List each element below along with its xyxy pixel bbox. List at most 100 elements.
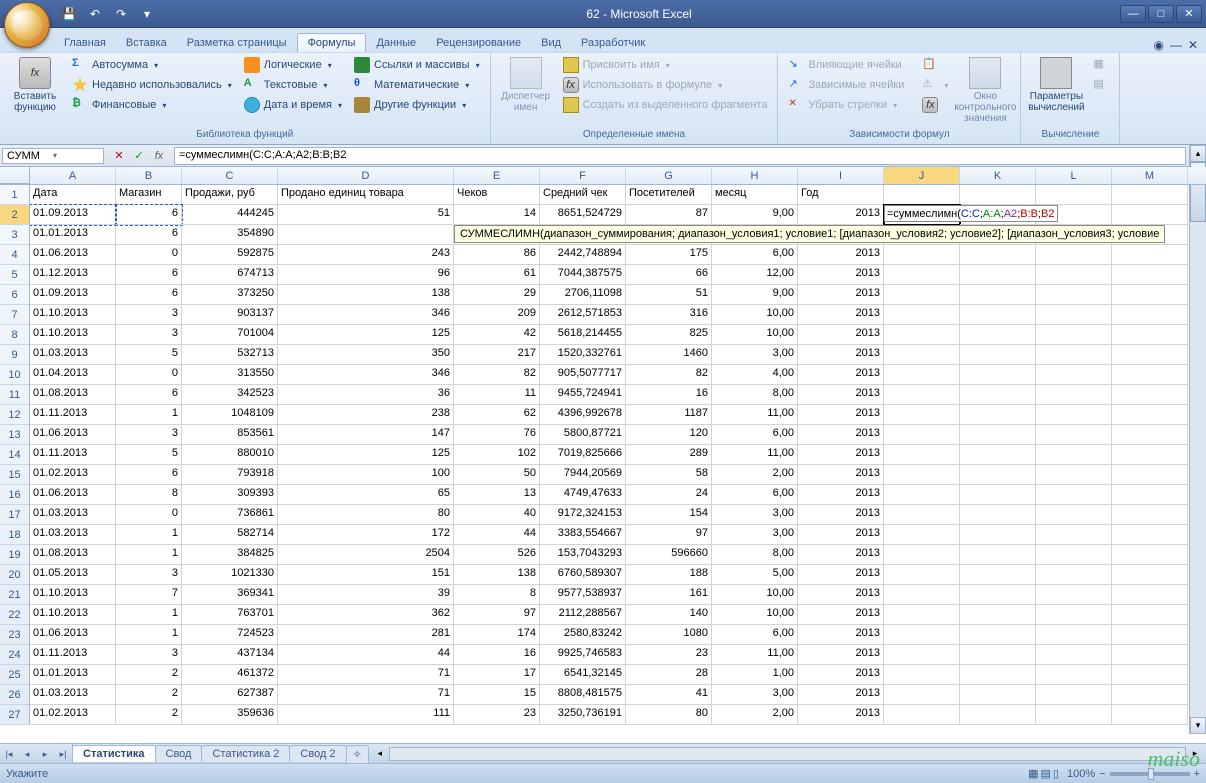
cell[interactable] (960, 465, 1036, 485)
cell[interactable]: 01.06.2013 (30, 425, 116, 445)
cell[interactable]: 1460 (626, 345, 712, 365)
cell[interactable]: 71 (278, 685, 454, 705)
tab-insert[interactable]: Вставка (116, 34, 177, 52)
cell[interactable]: 01.05.2013 (30, 565, 116, 585)
financial-button[interactable]: Финансовые (68, 95, 236, 115)
cell[interactable] (1036, 565, 1112, 585)
cell[interactable] (960, 425, 1036, 445)
cell[interactable]: 9,00 (712, 205, 798, 225)
cell[interactable] (1036, 485, 1112, 505)
cell[interactable]: 461372 (182, 665, 278, 685)
cell[interactable]: 3 (116, 645, 182, 665)
cell[interactable] (960, 265, 1036, 285)
cell[interactable]: 138 (278, 285, 454, 305)
cell[interactable]: 80 (278, 505, 454, 525)
cell[interactable] (960, 605, 1036, 625)
cell[interactable]: 2013 (798, 305, 884, 325)
cell[interactable] (1112, 505, 1188, 525)
cell[interactable]: 2504 (278, 545, 454, 565)
cell[interactable]: 2013 (798, 645, 884, 665)
cell[interactable] (1112, 605, 1188, 625)
maximize-button[interactable]: □ (1148, 5, 1174, 23)
cell[interactable] (884, 665, 960, 685)
cell[interactable]: 82 (626, 365, 712, 385)
qat-dropdown-icon[interactable]: ▾ (136, 3, 158, 25)
cell[interactable]: 161 (626, 585, 712, 605)
cell[interactable]: 3 (116, 325, 182, 345)
cell[interactable]: 01.10.2013 (30, 325, 116, 345)
cell[interactable] (1036, 425, 1112, 445)
row-header[interactable]: 10 (0, 365, 29, 385)
cell[interactable]: 01.11.2013 (30, 405, 116, 425)
cell[interactable]: Год (798, 185, 884, 205)
cell[interactable] (1112, 405, 1188, 425)
row-header[interactable]: 3 (0, 225, 29, 245)
cell[interactable]: 444245 (182, 205, 278, 225)
fx-icon[interactable]: fx (150, 150, 168, 162)
cell[interactable]: 6 (116, 225, 182, 245)
cell[interactable]: 359636 (182, 705, 278, 725)
cell[interactable] (884, 625, 960, 645)
cell[interactable]: 17 (454, 665, 540, 685)
column-header[interactable]: H (712, 167, 798, 184)
more-button[interactable]: Другие функции (350, 95, 484, 115)
cell[interactable]: 2013 (798, 425, 884, 445)
row-header[interactable]: 27 (0, 705, 29, 725)
cell[interactable]: 172 (278, 525, 454, 545)
cell[interactable]: 2580,83242 (540, 625, 626, 645)
cell[interactable]: 5800,87721 (540, 425, 626, 445)
cell[interactable] (1112, 485, 1188, 505)
cell[interactable]: 5618,214455 (540, 325, 626, 345)
cell[interactable] (960, 485, 1036, 505)
cell[interactable] (1036, 325, 1112, 345)
tab-nav-prev-icon[interactable]: ◂ (18, 744, 36, 764)
cell[interactable] (884, 305, 960, 325)
cell[interactable]: 51 (626, 285, 712, 305)
cell[interactable] (884, 685, 960, 705)
sheet-tab[interactable]: Свод (155, 745, 203, 762)
math-button[interactable]: Математические (350, 75, 484, 95)
row-header[interactable]: 14 (0, 445, 29, 465)
cell[interactable]: 9455,724941 (540, 385, 626, 405)
row-header[interactable]: 26 (0, 685, 29, 705)
cell[interactable] (1036, 585, 1112, 605)
cell[interactable]: 2013 (798, 345, 884, 365)
cell[interactable]: 01.12.2013 (30, 265, 116, 285)
cell[interactable]: 592875 (182, 245, 278, 265)
tab-developer[interactable]: Разработчик (571, 34, 655, 52)
row-header[interactable]: 12 (0, 405, 29, 425)
cell[interactable] (1036, 625, 1112, 645)
row-header[interactable]: 24 (0, 645, 29, 665)
cell[interactable]: 0 (116, 365, 182, 385)
cell[interactable] (884, 185, 960, 205)
cell[interactable]: Посетителей (626, 185, 712, 205)
cell[interactable] (960, 305, 1036, 325)
cell[interactable] (960, 245, 1036, 265)
cell[interactable]: 6 (116, 285, 182, 305)
cell[interactable]: 01.10.2013 (30, 605, 116, 625)
cell[interactable]: 281 (278, 625, 454, 645)
autosum-button[interactable]: Автосумма (68, 55, 236, 75)
cell[interactable] (1036, 185, 1112, 205)
cell[interactable]: 01.08.2013 (30, 385, 116, 405)
cell[interactable]: 2612,571853 (540, 305, 626, 325)
cell[interactable]: 188 (626, 565, 712, 585)
cell[interactable]: 97 (626, 525, 712, 545)
cell[interactable] (884, 245, 960, 265)
cell[interactable]: 120 (626, 425, 712, 445)
cell[interactable]: 2013 (798, 245, 884, 265)
cell[interactable]: 7044,387575 (540, 265, 626, 285)
cell[interactable] (884, 405, 960, 425)
cell[interactable] (1036, 405, 1112, 425)
cell[interactable]: 8808,481575 (540, 685, 626, 705)
cell[interactable] (960, 405, 1036, 425)
cell[interactable]: 01.06.2013 (30, 625, 116, 645)
cell[interactable] (884, 345, 960, 365)
cell[interactable]: 346 (278, 305, 454, 325)
cell[interactable]: 82 (454, 365, 540, 385)
cell[interactable]: 8651,524729 (540, 205, 626, 225)
cell[interactable]: 15 (454, 685, 540, 705)
cell[interactable]: 6,00 (712, 485, 798, 505)
cell[interactable]: 140 (626, 605, 712, 625)
cell[interactable]: 11,00 (712, 445, 798, 465)
